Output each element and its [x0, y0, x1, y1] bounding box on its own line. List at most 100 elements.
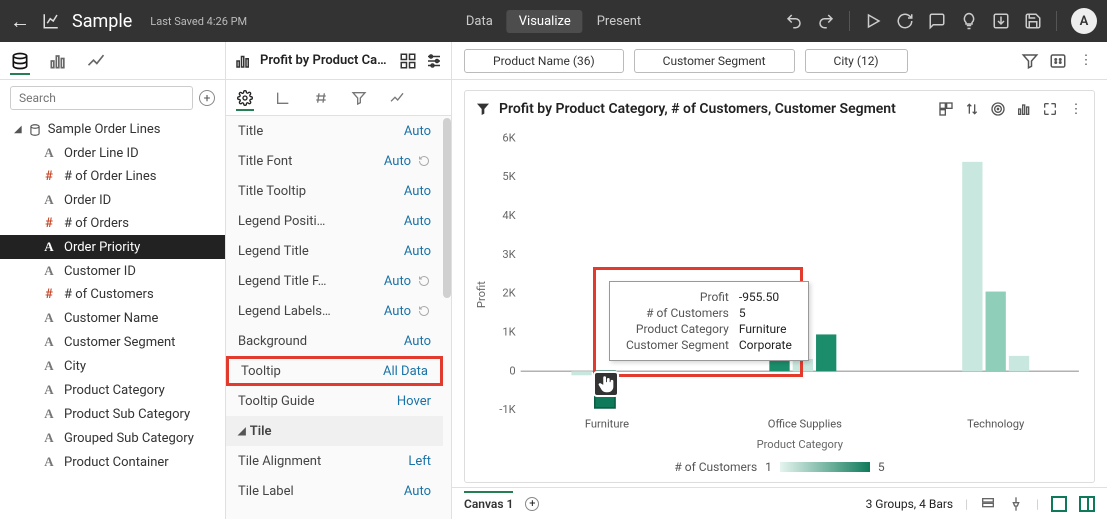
- prop-value[interactable]: Auto: [404, 124, 431, 139]
- reset-icon[interactable]: [417, 304, 431, 318]
- prop-label: Legend Labels…: [238, 304, 384, 319]
- prop-value[interactable]: Hover: [397, 394, 431, 409]
- prop-value[interactable]: Auto: [384, 274, 411, 289]
- viz-filter-icon[interactable]: [475, 101, 491, 117]
- analytics-tab-line-icon[interactable]: [388, 89, 406, 107]
- field-item[interactable]: ## of Customers: [0, 283, 225, 306]
- data-tab-icon[interactable]: [10, 55, 30, 75]
- field-item[interactable]: AGrouped Sub Category: [0, 426, 225, 450]
- viz-kebab-icon[interactable]: ⋮: [1068, 101, 1084, 117]
- mode-data[interactable]: Data: [454, 10, 505, 33]
- filter-tab-icon[interactable]: [350, 89, 368, 107]
- reset-icon[interactable]: [417, 274, 431, 288]
- prop-value[interactable]: All Data: [383, 364, 428, 379]
- viz-title: Profit by Product Category, # of Custome…: [499, 101, 930, 117]
- field-item[interactable]: AOrder Priority: [0, 235, 225, 259]
- kebab-menu-icon[interactable]: ⋮: [1077, 52, 1095, 70]
- prop-section[interactable]: ◢Tile: [226, 416, 443, 446]
- field-item[interactable]: AOrder Line ID: [0, 141, 225, 165]
- prop-row[interactable]: Tooltip GuideHover: [226, 386, 443, 416]
- field-item[interactable]: AProduct Container: [0, 450, 225, 474]
- dataset-icon: [28, 123, 42, 137]
- dataset-node[interactable]: ◢ Sample Order Lines: [0, 118, 225, 141]
- prop-row[interactable]: Legend Labels…Auto: [226, 296, 443, 326]
- prop-row[interactable]: Legend Title F…Auto: [226, 266, 443, 296]
- prop-row[interactable]: Tile AlignmentLeft: [226, 446, 443, 476]
- filter-pill-customer-segment[interactable]: Customer Segment: [634, 49, 795, 73]
- properties-panel: Profit by Product Ca… TitleAutoTitle Fon…: [226, 42, 452, 519]
- prop-row[interactable]: TitleAuto: [226, 116, 443, 146]
- chart-plot[interactable]: Profit 6K 5K 4K 3K 2K 1K 0 -1K: [475, 121, 1084, 458]
- field-label: Customer Segment: [64, 335, 175, 350]
- save-icon[interactable]: [1024, 12, 1042, 30]
- prop-value[interactable]: Auto: [404, 484, 431, 499]
- prop-value[interactable]: Auto: [384, 154, 411, 169]
- prop-value[interactable]: Auto: [404, 214, 431, 229]
- analytics-tab-icon[interactable]: [86, 51, 106, 71]
- filter-pill-city[interactable]: City (12): [805, 49, 908, 73]
- auto-viz-icon[interactable]: [938, 101, 954, 117]
- viz-tab-icon[interactable]: [48, 51, 68, 71]
- general-tab-gear-icon[interactable]: [236, 93, 254, 111]
- undo-icon[interactable]: [785, 12, 803, 30]
- search-input[interactable]: [10, 86, 193, 110]
- field-item[interactable]: ## of Orders: [0, 212, 225, 235]
- mode-present[interactable]: Present: [585, 10, 653, 33]
- prop-value[interactable]: Auto: [404, 334, 431, 349]
- back-button[interactable]: ←: [10, 9, 30, 34]
- attribute-a-icon: A: [42, 358, 56, 374]
- field-item[interactable]: ACustomer ID: [0, 259, 225, 283]
- settings-sliders-icon[interactable]: [425, 52, 443, 70]
- grammar-icon[interactable]: [399, 52, 417, 70]
- viz-type-icon[interactable]: [1016, 101, 1032, 117]
- prop-value[interactable]: Auto: [384, 304, 411, 319]
- prop-row[interactable]: Tile LabelAuto: [226, 476, 443, 506]
- reset-icon[interactable]: [417, 154, 431, 168]
- field-item[interactable]: ACity: [0, 354, 225, 378]
- mode-visualize[interactable]: Visualize: [507, 10, 583, 33]
- props-scrollbar[interactable]: [443, 118, 451, 298]
- svg-text:0: 0: [509, 364, 515, 377]
- prop-row[interactable]: Title FontAuto: [226, 146, 443, 176]
- field-item[interactable]: ACustomer Name: [0, 306, 225, 330]
- prop-row[interactable]: Title TooltipAuto: [226, 176, 443, 206]
- user-avatar[interactable]: A: [1071, 8, 1097, 34]
- redo-icon[interactable]: [817, 12, 835, 30]
- prop-row[interactable]: Legend Positi…Auto: [226, 206, 443, 236]
- add-data-button[interactable]: +: [199, 90, 215, 106]
- prop-label: Tooltip: [241, 364, 383, 379]
- filter-pill-product-name[interactable]: Product Name (36): [464, 49, 624, 73]
- filter-bar-funnel-icon[interactable]: [1021, 52, 1039, 70]
- expand-icon[interactable]: [1042, 101, 1058, 117]
- prop-value[interactable]: Left: [408, 454, 431, 469]
- field-item[interactable]: ACustomer Segment: [0, 330, 225, 354]
- canvas-tab[interactable]: Canvas 1: [464, 491, 513, 511]
- parameters-icon[interactable]: [1049, 52, 1067, 70]
- prop-row[interactable]: Legend TitleAuto: [226, 236, 443, 266]
- field-item[interactable]: AOrder ID: [0, 188, 225, 212]
- export-icon[interactable]: [992, 12, 1010, 30]
- prop-value[interactable]: Auto: [404, 184, 431, 199]
- prop-row[interactable]: BackgroundAuto: [226, 326, 443, 356]
- layers-icon[interactable]: [980, 496, 996, 512]
- prop-value[interactable]: Auto: [404, 244, 431, 259]
- measure-hash-icon: #: [42, 216, 56, 231]
- pin-icon[interactable]: [1008, 496, 1024, 512]
- add-canvas-button[interactable]: +: [525, 497, 539, 511]
- field-item[interactable]: AProduct Sub Category: [0, 402, 225, 426]
- chart-name[interactable]: Profit by Product Ca…: [260, 53, 391, 68]
- comment-icon[interactable]: [928, 12, 946, 30]
- chart-type-icon[interactable]: [234, 52, 252, 70]
- layout-single-button[interactable]: [1051, 496, 1067, 512]
- target-icon[interactable]: [990, 101, 1006, 117]
- values-tab-hash-icon[interactable]: [312, 89, 330, 107]
- field-item[interactable]: ## of Order Lines: [0, 165, 225, 188]
- play-icon[interactable]: [864, 12, 882, 30]
- prop-row[interactable]: TooltipAll Data: [226, 356, 443, 386]
- field-item[interactable]: AProduct Category: [0, 378, 225, 402]
- sort-icon[interactable]: [964, 101, 980, 117]
- layout-split-button[interactable]: [1079, 496, 1095, 512]
- refresh-icon[interactable]: [896, 12, 914, 30]
- hint-icon[interactable]: [960, 12, 978, 30]
- axes-tab-icon[interactable]: [274, 89, 292, 107]
